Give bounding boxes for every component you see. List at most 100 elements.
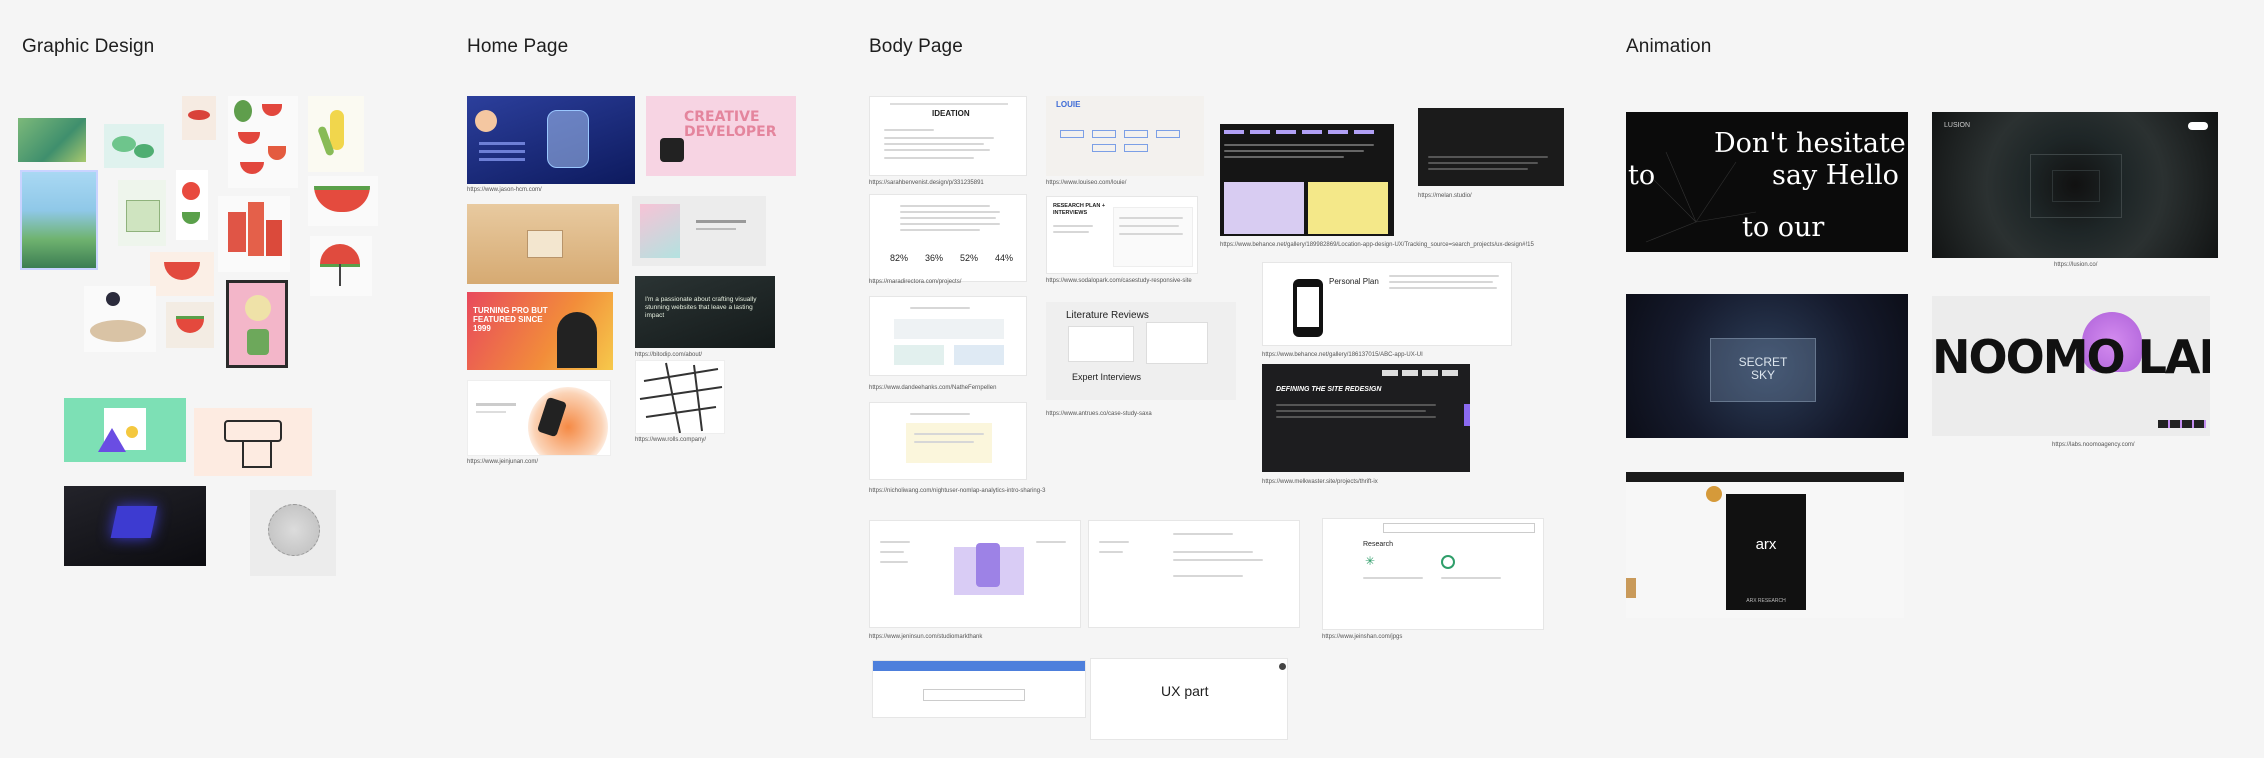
illustration-red-blocks[interactable] <box>218 196 290 272</box>
caption-body-7[interactable]: https://www.behance.net/gallery/18613701… <box>1262 352 1423 358</box>
body-stats-doc[interactable]: 82% 36% 52% 44% <box>869 194 1027 282</box>
illustration-watermelon-slices[interactable] <box>228 96 298 188</box>
literature-reviews-title: Literature Reviews <box>1066 310 1149 321</box>
noomo-caption[interactable]: https://labs.noomoagency.com/ <box>2052 442 2135 448</box>
body-site-redesign[interactable]: DEFINING THE SITE REDESIGN <box>1262 364 1470 472</box>
caption-home-4[interactable]: https://www.jeinjunan.com/ <box>467 459 538 465</box>
anim-arx-research[interactable]: arx ARX RESEARCH <box>1626 472 1904 618</box>
section-title-body-page: Body Page <box>869 36 963 57</box>
anim-dont-hesitate[interactable]: Don't hesitate to say Hello to our <box>1626 112 1908 252</box>
home-3d-desk-scene[interactable] <box>467 204 619 284</box>
stat-3: 52% <box>960 253 979 263</box>
illustration-umbrella-watermelon[interactable] <box>310 236 372 296</box>
illustration-dotted-sphere[interactable] <box>250 490 336 576</box>
body-research-doc[interactable]: Research ✳ <box>1322 518 1544 630</box>
body-yellow-doc[interactable] <box>869 402 1027 480</box>
body-wireframe-doc[interactable] <box>869 296 1027 376</box>
stat-2: 36% <box>925 253 944 263</box>
caption-body-8[interactable]: https://www.dandeehanks.com/NatheFernpel… <box>869 385 996 391</box>
hesitate-left-text: to <box>1628 160 1656 191</box>
body-literature-review[interactable]: Literature Reviews Expert Interviews <box>1046 302 1236 400</box>
noomo-labs-text: NOOMO LABS <box>1932 330 2210 384</box>
caption-body-13[interactable]: https://www.jeinshan.com/jpgs <box>1322 634 1402 640</box>
hesitate-top-text: Don't hesitate <box>1714 128 1906 159</box>
stat-1: 82% <box>890 253 909 263</box>
home-orange-phone[interactable] <box>467 380 611 456</box>
illustration-mint-card[interactable] <box>64 398 186 462</box>
body-research-plan-doc[interactable]: RESEARCH PLAN + INTERVIEWS <box>1046 196 1198 274</box>
menu-button[interactable] <box>2188 122 2208 130</box>
caption-body-9[interactable]: https://www.antrues.co/case-study-saxa <box>1046 411 1152 417</box>
arx-sub-text: ARX RESEARCH <box>1746 598 1786 604</box>
anim-secret-sky[interactable]: SECRET SKY <box>1626 294 1908 438</box>
illustration-girl-poster[interactable] <box>20 170 98 270</box>
caption-body-2[interactable]: https://www.louiseo.com/louie/ <box>1046 180 1126 186</box>
caption-body-5[interactable]: https://maradirectora.com/projects/ <box>869 279 961 285</box>
anim-noomo-labs[interactable]: NOOMO LABS <box>1932 296 2210 436</box>
section-title-animation: Animation <box>1626 36 1712 57</box>
caption-body-11[interactable]: https://nicholiwang.com/nightuser-nomlap… <box>869 488 1045 494</box>
ux-part-title: UX part <box>1161 683 1209 699</box>
close-icon[interactable] <box>1279 663 1286 670</box>
caption-body-3[interactable]: https://www.behance.net/gallery/18998286… <box>1220 242 1534 248</box>
body-app-wireframe-1[interactable] <box>869 520 1081 628</box>
turning-pro-text: TURNING PRO BUT FEATURED SINCE 1999 <box>473 306 548 333</box>
secret-sky-text: SECRET SKY <box>1738 355 1788 382</box>
expert-interviews-title: Expert Interviews <box>1072 372 1142 382</box>
illustration-watermelon-stand[interactable] <box>308 176 378 226</box>
hesitate-bottom-text: to our <box>1742 212 1825 243</box>
caption-body-12[interactable]: https://www.jeninsun.com/studiomarkthank <box>869 634 982 640</box>
redesign-title: DEFINING THE SITE REDESIGN <box>1276 386 1382 393</box>
research-label: Research <box>1363 541 1393 548</box>
section-title-graphic-design: Graphic Design <box>22 36 155 57</box>
illustration-watermelon-hands[interactable] <box>150 252 214 296</box>
section-title-home-page: Home Page <box>467 36 569 57</box>
illustration-browser-sketch[interactable] <box>194 408 312 476</box>
illustration-corn[interactable] <box>308 96 364 172</box>
lusion-brand: LUSION <box>1944 122 1971 129</box>
home-creative-developer[interactable]: CREATIVE DEVELOPER <box>646 96 796 176</box>
illustration-dark-computer[interactable] <box>64 486 206 566</box>
creative-developer-text: CREATIVE DEVELOPER <box>684 109 777 140</box>
illustration-boy-character[interactable] <box>84 286 156 352</box>
illustration-watermelon-bowl[interactable] <box>176 170 208 240</box>
body-personal-plan[interactable]: Personal Plan <box>1262 262 1512 346</box>
stat-4: 44% <box>995 253 1014 263</box>
louie-title: LOUIE <box>1056 100 1081 109</box>
research-plan-title: RESEARCH PLAN + INTERVIEWS <box>1053 203 1106 216</box>
home-gradient-card[interactable] <box>632 196 766 266</box>
arx-text: arx <box>1755 536 1777 553</box>
body-melan-dark[interactable] <box>1418 108 1564 186</box>
caption-home-2[interactable]: https://bitodip.com/about/ <box>635 352 702 358</box>
body-app-wireframe-2[interactable] <box>1088 520 1300 628</box>
caption-body-4[interactable]: https://melan.studio/ <box>1418 193 1472 199</box>
body-louie-doc[interactable]: LOUIE <box>1046 96 1204 176</box>
ideation-title: IDEATION <box>932 109 970 118</box>
body-ideation-doc[interactable]: IDEATION <box>869 96 1027 176</box>
caption-body-6[interactable]: https://www.sodalopark.com/casestudy-res… <box>1046 278 1192 284</box>
circle-icon <box>1441 555 1455 569</box>
illustration-landscape[interactable] <box>18 118 86 162</box>
passionate-text: I'm a passionate about crafting visually… <box>645 296 757 319</box>
hesitate-right-text: say Hello <box>1772 160 1899 191</box>
illustration-lily-pond[interactable] <box>104 124 164 168</box>
body-purple-dark-doc[interactable] <box>1220 124 1394 236</box>
asterisk-icon: ✳ <box>1365 554 1376 568</box>
illustration-watermelon-slice-small[interactable] <box>166 302 214 348</box>
lusion-caption[interactable]: https://lusion.co/ <box>2054 262 2097 268</box>
caption-home-3[interactable]: https://www.rolls.company/ <box>635 437 706 443</box>
home-hero-3d-robot[interactable] <box>467 96 635 184</box>
home-passionate-dark[interactable]: I'm a passionate about crafting visually… <box>635 276 775 348</box>
body-blue-header-doc[interactable] <box>872 660 1086 718</box>
body-ux-part[interactable]: UX part <box>1090 658 1288 740</box>
home-turning-pro[interactable]: TURNING PRO BUT FEATURED SINCE 1999 <box>467 292 613 370</box>
illustration-red-lips[interactable] <box>182 96 216 140</box>
personal-plan-title: Personal Plan <box>1329 277 1379 286</box>
caption-home-1[interactable]: https://www.jason-hcm.com/ <box>467 187 542 193</box>
home-geometric-lines[interactable] <box>635 360 725 434</box>
illustration-kitchen[interactable] <box>118 180 166 246</box>
illustration-potted-plant[interactable] <box>226 280 288 368</box>
caption-body-1[interactable]: https://sarahbenvenist.design/p/33123589… <box>869 180 984 186</box>
anim-lusion-tunnel[interactable]: LUSION <box>1932 112 2218 258</box>
caption-body-10[interactable]: https://www.melkwaster.site/projects/thr… <box>1262 479 1378 485</box>
